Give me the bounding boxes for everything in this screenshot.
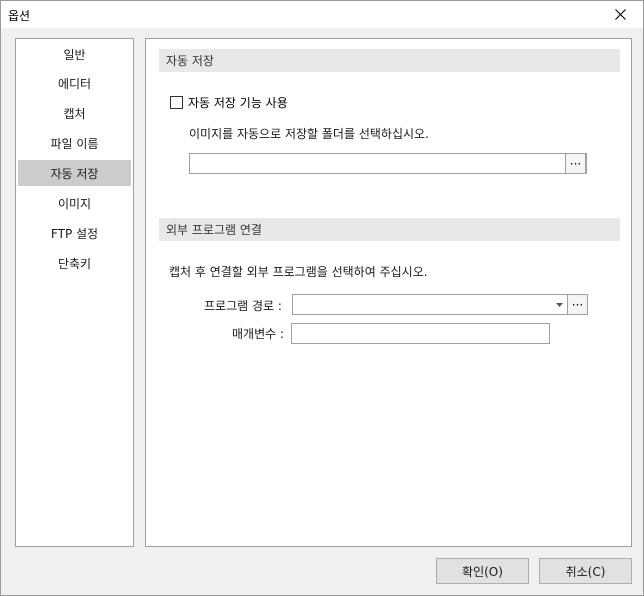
chevron-down-icon [555, 302, 563, 307]
folder-path-input[interactable] [190, 154, 586, 173]
sidebar-item-capture[interactable]: 캡처 [18, 100, 131, 126]
sidebar-item-ftp[interactable]: FTP 설정 [18, 220, 131, 246]
sidebar-item-shortcuts[interactable]: 단축키 [18, 250, 131, 276]
sidebar-item-filename[interactable]: 파일 이름 [18, 130, 131, 156]
sidebar-item-image[interactable]: 이미지 [18, 190, 131, 216]
autosave-checkbox[interactable] [170, 96, 183, 109]
params-label: 매개변수 : [232, 327, 285, 341]
dropdown-button[interactable] [550, 295, 568, 314]
sidebar-item-label: 이미지 [57, 196, 92, 211]
program-browse-button[interactable]: ··· [567, 294, 588, 315]
params-field[interactable] [291, 323, 550, 344]
external-section-header: 외부 프로그램 연결 [159, 218, 620, 241]
options-dialog: 옵션 일반 에디터 캡처 파일 이름 자동 저장 이미지 FTP 설정 단축키 … [0, 0, 644, 596]
ellipsis-icon: ··· [569, 156, 582, 171]
params-input[interactable] [292, 324, 549, 343]
program-path-combo[interactable] [292, 294, 569, 315]
options-sidebar: 일반 에디터 캡처 파일 이름 자동 저장 이미지 FTP 설정 단축키 [15, 38, 134, 547]
folder-path-field[interactable] [189, 153, 587, 174]
sidebar-item-label: 파일 이름 [50, 136, 99, 151]
autosave-section-header: 자동 저장 [159, 49, 620, 72]
program-path-label: 프로그램 경로 : [204, 299, 282, 313]
sidebar-item-label: 자동 저장 [50, 166, 99, 181]
close-button[interactable] [597, 1, 643, 28]
folder-instruction: 이미지를 자동으로 저장할 폴더를 선택하십시오. [189, 127, 429, 141]
sidebar-item-label: FTP 설정 [50, 226, 99, 241]
cancel-button[interactable]: 취소(C) [539, 558, 632, 584]
sidebar-item-autosave[interactable]: 자동 저장 [18, 160, 131, 186]
sidebar-item-general[interactable]: 일반 [18, 41, 131, 67]
settings-panel: 자동 저장 자동 저장 기능 사용 이미지를 자동으로 저장할 폴더를 선택하십… [145, 38, 632, 547]
sidebar-item-label: 일반 [63, 47, 86, 62]
window-title: 옵션 [8, 9, 31, 23]
sidebar-item-label: 캡처 [63, 106, 86, 121]
autosave-checkbox-label[interactable]: 자동 저장 기능 사용 [188, 94, 288, 111]
ok-button[interactable]: 확인(O) [436, 558, 529, 584]
ellipsis-icon: ··· [571, 297, 584, 312]
folder-browse-button[interactable]: ··· [565, 153, 586, 174]
sidebar-item-editor[interactable]: 에디터 [18, 70, 131, 96]
sidebar-item-label: 단축키 [57, 256, 92, 271]
title-bar: 옵션 [1, 1, 643, 28]
sidebar-item-label: 에디터 [57, 76, 92, 91]
autosave-checkbox-row[interactable]: 자동 저장 기능 사용 [170, 94, 288, 111]
close-icon [614, 9, 626, 20]
external-instruction: 캡처 후 연결할 외부 프로그램을 선택하여 주십시오. [169, 265, 428, 279]
program-path-input[interactable] [293, 295, 543, 314]
